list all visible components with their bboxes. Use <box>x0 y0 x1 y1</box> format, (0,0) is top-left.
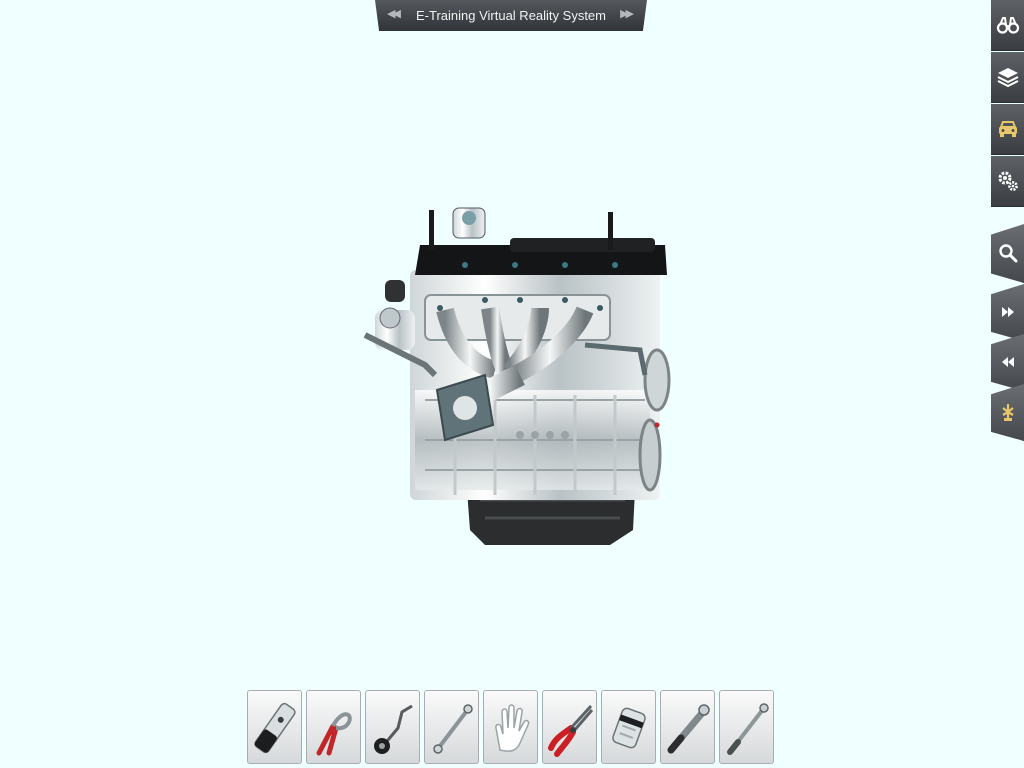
layers-icon <box>997 68 1018 88</box>
torque-wrench-icon <box>727 703 769 755</box>
tool-snap-ring-pliers[interactable] <box>306 690 361 764</box>
gears-icon <box>998 171 1018 191</box>
ratchet-handle-icon <box>667 704 710 754</box>
tool-spark-plug-socket[interactable] <box>247 690 302 764</box>
binoculars-icon <box>996 17 1019 34</box>
layers-button[interactable] <box>991 52 1024 103</box>
vehicle-button[interactable] <box>991 104 1024 155</box>
tool-pliers[interactable] <box>542 690 597 764</box>
spark-plug-socket-icon <box>254 702 296 754</box>
tool-extension-bar[interactable] <box>424 690 479 764</box>
title-bar: ◀◀ E-Training Virtual Reality System ▶▶ <box>375 0 647 31</box>
assemble-button[interactable] <box>991 384 1024 441</box>
assemble-icon <box>1001 404 1014 421</box>
search-icon <box>998 244 1017 263</box>
socket-icon <box>612 707 646 749</box>
double-chevron-left-icon: ◀◀ <box>387 7 401 20</box>
extension-bar-icon <box>433 704 473 754</box>
app-title: E-Training Virtual Reality System <box>415 8 606 23</box>
tool-ratchet-handle[interactable] <box>660 690 715 764</box>
app-viewport: ◀◀ E-Training Virtual Reality System ▶▶ <box>0 0 1024 768</box>
step-back-button[interactable] <box>991 334 1024 391</box>
oil-filter-wrench-icon <box>374 704 413 754</box>
tool-hand[interactable] <box>483 690 538 764</box>
search-button[interactable] <box>991 224 1024 283</box>
rewind-icon <box>1001 357 1014 367</box>
car-icon <box>998 121 1017 137</box>
crank-pulley <box>643 348 671 412</box>
pliers-icon <box>548 704 594 757</box>
tool-oil-filter-wrench[interactable] <box>365 690 420 764</box>
step-forward-button[interactable] <box>991 284 1024 341</box>
title-prev-button[interactable]: ◀◀ <box>387 7 401 20</box>
snap-ring-pliers-icon <box>316 712 352 756</box>
tool-socket[interactable] <box>601 690 656 764</box>
settings-button[interactable] <box>991 156 1024 207</box>
fast-forward-icon <box>1001 307 1014 317</box>
title-next-button[interactable]: ▶▶ <box>620 7 634 20</box>
tool-torque-wrench[interactable] <box>719 690 774 764</box>
hand-icon <box>495 704 530 752</box>
engine-model[interactable] <box>345 200 675 555</box>
tool-tray <box>247 690 777 766</box>
view-button[interactable] <box>991 0 1024 51</box>
double-chevron-right-icon: ▶▶ <box>620 7 634 20</box>
